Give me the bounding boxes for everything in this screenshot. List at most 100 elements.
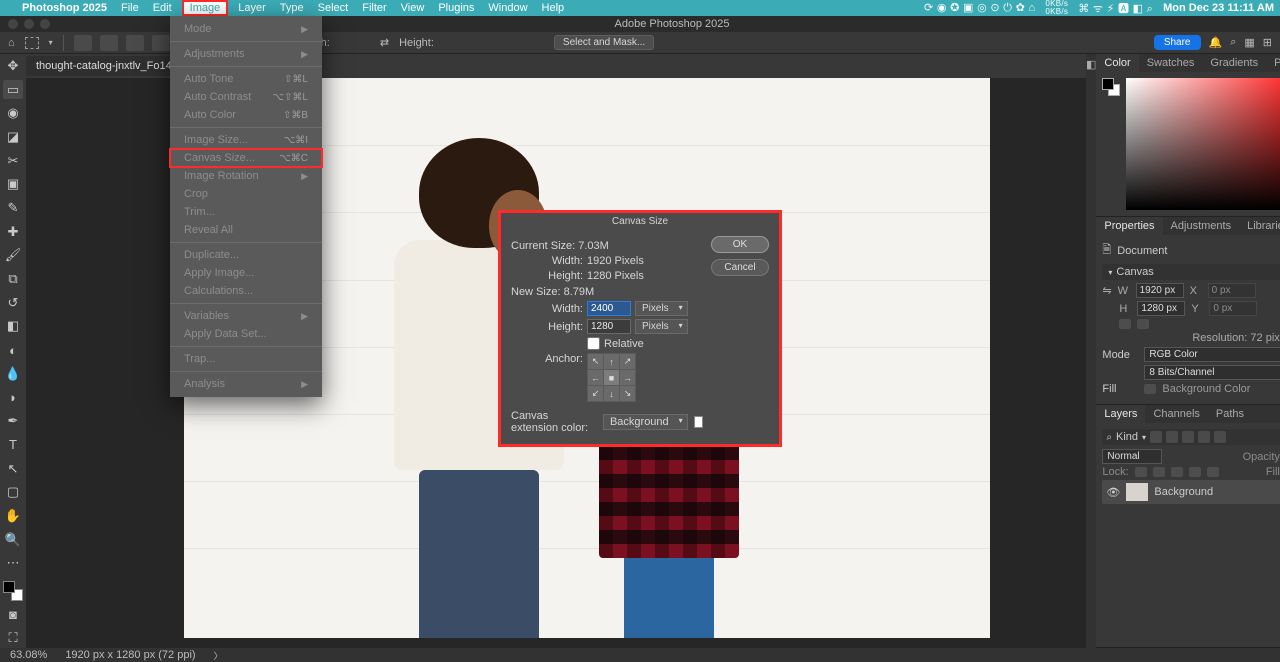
path-tool-icon[interactable]: ↖ [3,459,23,479]
tab-properties[interactable]: Properties [1096,217,1162,235]
mi-crop[interactable]: Crop [170,185,322,203]
filter-kind[interactable]: Kind [1116,431,1138,443]
height-unit-select[interactable]: Pixels [635,319,688,334]
filter-type-icon[interactable] [1182,431,1194,443]
lasso-tool-icon[interactable]: ◉ [3,103,23,123]
tab-libraries[interactable]: Libraries [1239,217,1280,235]
canvas-subhead[interactable]: ▾Canvas [1102,264,1280,280]
doc-height-input[interactable] [1137,301,1185,316]
layer-thumb[interactable] [1126,483,1148,501]
menu-help[interactable]: Help [540,2,567,14]
anchor-grid[interactable]: ↖↑↗ ←■→ ↙↓↘ [587,353,636,402]
close-window[interactable] [8,19,18,29]
mi-duplicate[interactable]: Duplicate... [170,246,322,264]
new-width-input[interactable] [587,301,631,316]
clock[interactable]: Mon Dec 23 11:11 AM [1163,2,1274,14]
traffic-lights[interactable] [8,19,50,29]
mi-canvas-size[interactable]: Canvas Size...⌥⌘C [170,149,322,167]
lock-position-icon[interactable] [1171,467,1183,477]
doc-y-input[interactable] [1209,301,1257,316]
selection-new-icon[interactable] [74,35,92,51]
mi-auto-contrast[interactable]: Auto Contrast⌥⇧⌘L [170,88,322,106]
panel-strip-icon[interactable]: ◧ [1086,58,1096,71]
doc-info-arrow[interactable]: 〉 [214,649,223,662]
dodge-tool-icon[interactable]: ◗ [3,388,23,408]
workspace-icon[interactable]: ▦ [1244,36,1254,49]
filter-smart-icon[interactable] [1214,431,1226,443]
menu-select[interactable]: Select [316,2,351,14]
width-unit-select[interactable]: Pixels [635,301,688,316]
menu-type[interactable]: Type [278,2,306,14]
swap-icon[interactable]: ⇄ [380,36,389,49]
gradient-tool-icon[interactable]: ◐ [3,340,23,360]
ext-color-swatch[interactable] [694,416,703,428]
blend-mode-select[interactable]: Normal [1102,449,1162,464]
anchor-nw[interactable]: ↖ [588,354,603,369]
history-brush-tool-icon[interactable]: ↺ [3,293,23,313]
zoom-window[interactable] [40,19,50,29]
fill-swatch[interactable] [1144,384,1156,394]
mi-auto-color[interactable]: Auto Color⇧⌘B [170,106,322,124]
mi-adjustments[interactable]: Adjustments▶ [170,45,322,63]
pen-tool-icon[interactable]: ✒ [3,411,23,431]
doc-width-input[interactable] [1136,283,1184,298]
select-and-mask-button[interactable]: Select and Mask... [554,35,654,50]
fg-bg-swatch[interactable] [3,581,23,601]
fg-bg-mini[interactable] [1102,78,1120,96]
zoom-tool-icon[interactable]: 🔍 [3,530,23,550]
screenmode-icon[interactable]: ⛶ [3,629,23,649]
lock-pixels-icon[interactable] [1153,467,1165,477]
selection-subtract-icon[interactable] [126,35,144,51]
menu-view[interactable]: View [399,2,427,14]
stamp-tool-icon[interactable]: ⧉ [3,269,23,289]
anchor-s[interactable]: ↓ [604,386,619,401]
filter-adjust-icon[interactable] [1166,431,1178,443]
tab-adjustments[interactable]: Adjustments [1163,217,1240,235]
menu-plugins[interactable]: Plugins [436,2,476,14]
tab-layers[interactable]: Layers [1096,405,1145,423]
bell-icon[interactable]: 🔔 [1209,36,1223,49]
zoom-value[interactable]: 63.08% [10,649,47,661]
mode-select[interactable]: RGB Color [1144,347,1280,362]
ok-button[interactable]: OK [711,236,769,253]
anchor-center[interactable]: ■ [604,370,619,385]
arrange-icon[interactable]: ⊞ [1263,36,1272,49]
shape-tool-icon[interactable]: ▢ [3,482,23,502]
home-icon[interactable]: ⌂ [8,37,15,49]
tab-color[interactable]: Color [1096,54,1138,72]
mi-trap[interactable]: Trap... [170,350,322,368]
anchor-w[interactable]: ← [588,370,603,385]
mi-apply-data-set[interactable]: Apply Data Set... [170,325,322,343]
new-height-input[interactable] [587,319,631,334]
mi-auto-tone[interactable]: Auto Tone⇧⌘L [170,70,322,88]
ext-color-select[interactable]: Background [603,414,688,430]
orient-landscape-icon[interactable] [1137,319,1149,329]
mi-trim[interactable]: Trim... [170,203,322,221]
app-menu[interactable]: Photoshop 2025 [20,2,109,14]
selection-intersect-icon[interactable] [152,35,170,51]
anchor-ne[interactable]: ↗ [620,354,635,369]
crop-tool-icon[interactable]: ✂ [3,151,23,171]
filter-pixel-icon[interactable] [1150,431,1162,443]
type-tool-icon[interactable]: T [3,435,23,455]
eye-icon[interactable]: 👁 [1106,486,1120,499]
color-field[interactable] [1126,78,1280,210]
share-button[interactable]: Share [1154,35,1201,50]
frame-tool-icon[interactable]: ▣ [3,174,23,194]
selection-add-icon[interactable] [100,35,118,51]
quickmask-icon[interactable]: ◙ [3,605,23,625]
mi-apply-image[interactable]: Apply Image... [170,264,322,282]
menu-layer[interactable]: Layer [236,2,268,14]
lock-all-icon[interactable] [1207,467,1219,477]
object-select-tool-icon[interactable]: ◪ [3,127,23,147]
mi-reveal-all[interactable]: Reveal All [170,221,322,239]
search-icon[interactable]: ⌕ [1230,36,1236,49]
anchor-e[interactable]: → [620,370,635,385]
depth-select[interactable]: 8 Bits/Channel [1144,365,1280,380]
eraser-tool-icon[interactable]: ◧ [3,317,23,337]
blur-tool-icon[interactable]: 💧 [3,364,23,384]
mi-variables[interactable]: Variables▶ [170,307,322,325]
move-tool-icon[interactable]: ✥ [3,56,23,76]
selection-tool-icon[interactable] [25,37,39,49]
menu-image[interactable]: Image [184,2,227,14]
